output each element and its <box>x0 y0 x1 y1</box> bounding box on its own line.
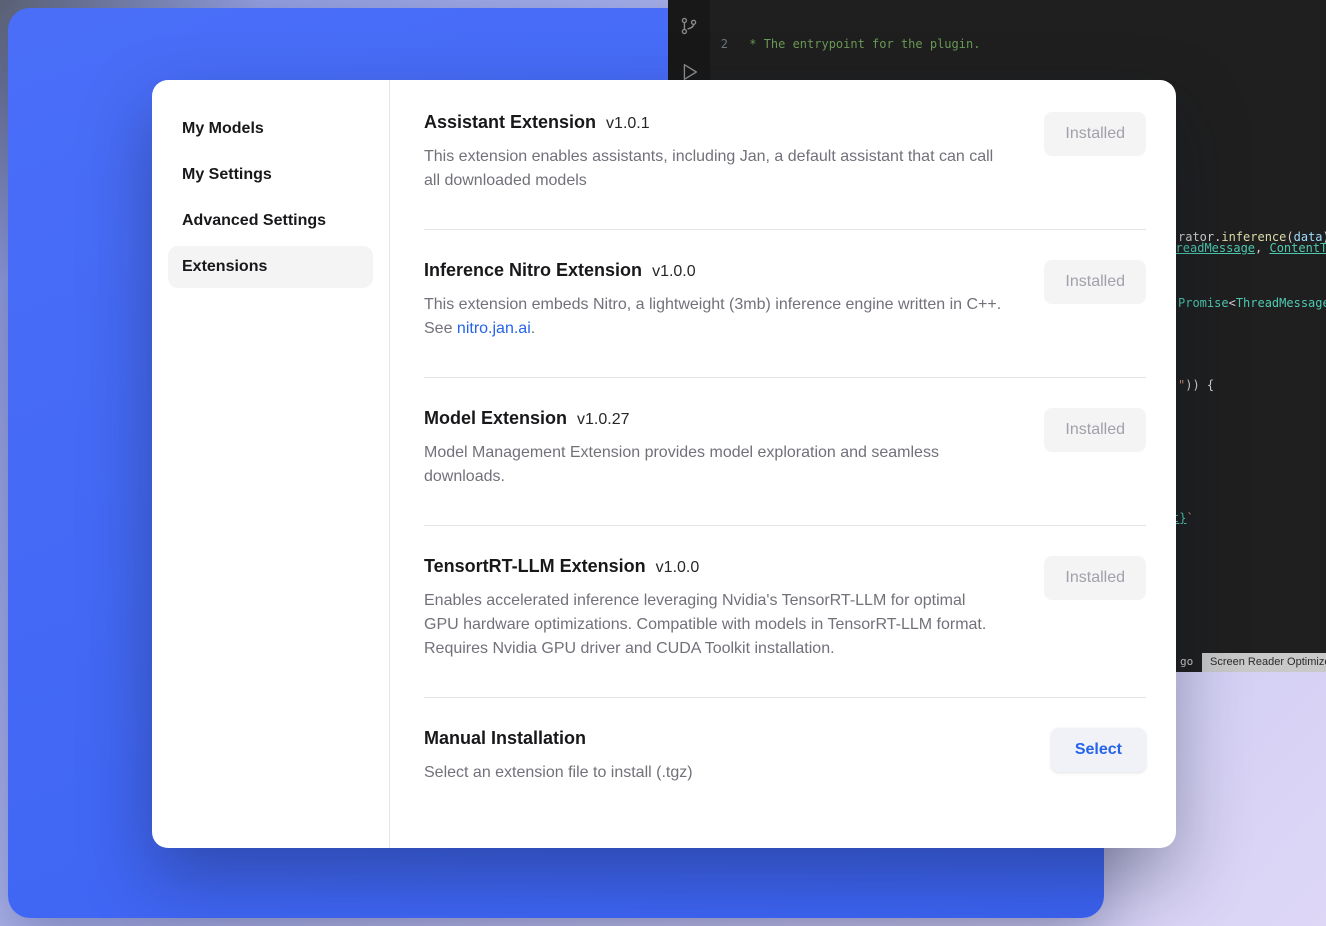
installed-button[interactable]: Installed <box>1044 112 1146 156</box>
extension-version: v1.0.1 <box>606 115 650 133</box>
manual-installation-description: Select an extension file to install (.tg… <box>424 761 1002 785</box>
installed-button[interactable]: Installed <box>1044 260 1146 304</box>
screen-reader-chip: Screen Reader Optimize <box>1202 653 1326 672</box>
code-text: * The entrypoint for the plugin. <box>742 36 980 53</box>
installed-button[interactable]: Installed <box>1044 408 1146 452</box>
extension-section-model: Model Extension v1.0.27 Model Management… <box>424 378 1146 526</box>
extension-version: v1.0.27 <box>577 411 629 429</box>
extension-version: v1.0.0 <box>652 263 696 281</box>
line-number: 2 <box>710 36 742 53</box>
extension-info: Inference Nitro Extension v1.0.0 This ex… <box>424 260 1044 341</box>
desktop-background: 2 * The entrypoint for the plugin. 3 */ … <box>0 0 1326 926</box>
extension-description: This extension enables assistants, inclu… <box>424 145 1002 193</box>
code-fragment: rator.inference(data)); <box>1178 230 1326 244</box>
extension-info: Assistant Extension v1.0.1 This extensio… <box>424 112 1044 193</box>
settings-sidebar: My Models My Settings Advanced Settings … <box>152 80 390 848</box>
extension-section-assistant: Assistant Extension v1.0.1 This extensio… <box>424 112 1146 230</box>
extension-version: v1.0.0 <box>656 559 700 577</box>
manual-installation-info: Manual Installation Select an extension … <box>424 728 1051 785</box>
code-fragment: Promise<ThreadMessage> <box>1178 296 1326 310</box>
extension-info: Model Extension v1.0.27 Model Management… <box>424 408 1044 489</box>
nitro-jan-ai-link[interactable]: nitro.jan.ai <box>457 320 531 337</box>
extension-description: This extension embeds Nitro, a lightweig… <box>424 293 1002 341</box>
extension-info: TensortRT-LLM Extension v1.0.0 Enables a… <box>424 556 1044 661</box>
settings-modal: My Models My Settings Advanced Settings … <box>152 80 1176 848</box>
statusbar-text: go <box>1180 655 1193 668</box>
sidebar-item-my-settings[interactable]: My Settings <box>168 154 373 196</box>
installed-button[interactable]: Installed <box>1044 556 1146 600</box>
source-control-icon[interactable] <box>677 14 701 38</box>
description-text: . <box>531 320 535 337</box>
extension-section-nitro: Inference Nitro Extension v1.0.0 This ex… <box>424 230 1146 378</box>
sidebar-item-my-models[interactable]: My Models <box>168 108 373 150</box>
manual-installation-section: Manual Installation Select an extension … <box>424 698 1146 785</box>
extension-title: Inference Nitro Extension <box>424 260 642 281</box>
extension-description: Model Management Extension provides mode… <box>424 441 1002 489</box>
extension-description: Enables accelerated inference leveraging… <box>424 589 1002 661</box>
extension-title: Model Extension <box>424 408 567 429</box>
extension-title: Assistant Extension <box>424 112 596 133</box>
manual-installation-title: Manual Installation <box>424 728 586 749</box>
extensions-panel: Assistant Extension v1.0.1 This extensio… <box>390 80 1176 848</box>
code-line: 2 * The entrypoint for the plugin. <box>710 36 1326 53</box>
select-file-button[interactable]: Select <box>1051 728 1146 772</box>
extension-section-tensorrt: TensortRT-LLM Extension v1.0.0 Enables a… <box>424 526 1146 698</box>
code-fragment: ")) { <box>1178 378 1214 392</box>
sidebar-item-advanced-settings[interactable]: Advanced Settings <box>168 200 373 242</box>
extension-title: TensortRT-LLM Extension <box>424 556 646 577</box>
sidebar-item-extensions[interactable]: Extensions <box>168 246 373 288</box>
